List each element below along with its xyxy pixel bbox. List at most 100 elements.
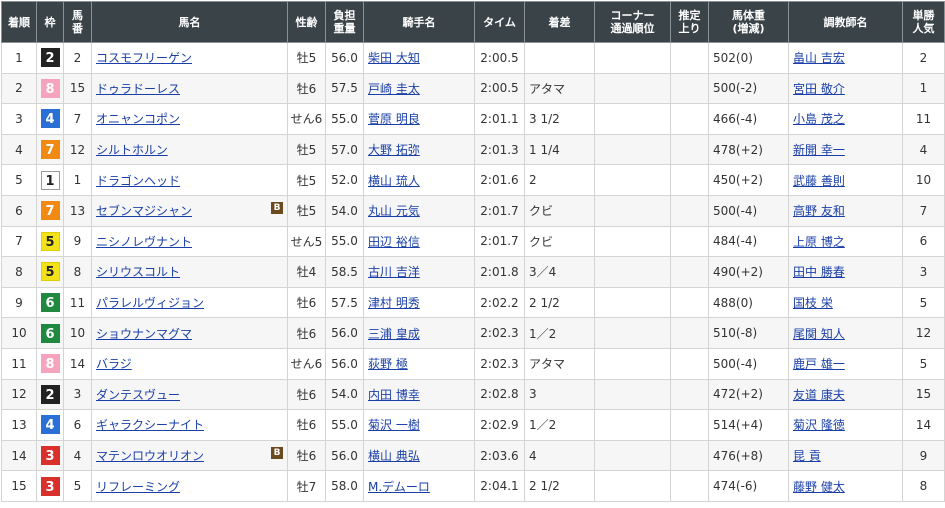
horse-number-cell: 9 — [63, 225, 92, 258]
horse-number-cell: 13 — [63, 194, 92, 227]
jockey-link[interactable]: 大野 拓弥 — [368, 143, 420, 157]
trainer-link[interactable]: 菊沢 隆徳 — [793, 418, 845, 432]
trainer-cell: 小島 茂之 — [788, 103, 903, 135]
corner-cell — [594, 378, 671, 411]
trainer-link[interactable]: 鹿戸 雄一 — [793, 357, 845, 371]
last3f-cell — [670, 72, 709, 105]
popularity-cell: 10 — [902, 164, 945, 196]
horse-name-link[interactable]: ショウナンマグマ — [96, 327, 192, 341]
trainer-link[interactable]: 武藤 善則 — [793, 174, 845, 188]
horse-name-link[interactable]: ダンテスヴュー — [96, 388, 180, 402]
corner-cell — [594, 164, 671, 196]
trainer-link[interactable]: 小島 茂之 — [793, 112, 845, 126]
waku-badge: 7 — [40, 201, 60, 221]
jockey-link[interactable]: 田辺 裕信 — [368, 235, 420, 249]
margin-cell: 2 1/2 — [524, 286, 595, 319]
trainer-link[interactable]: 友道 康夫 — [793, 388, 845, 402]
weight-cell: 58.5 — [325, 256, 364, 288]
last3f-cell — [670, 164, 709, 196]
horse-name-cell: バラジ — [91, 347, 288, 380]
weight-cell: 56.0 — [325, 42, 364, 74]
horse-name-link[interactable]: リフレーミング — [96, 480, 180, 494]
waku-badge: 5 — [40, 262, 60, 282]
body-weight-cell: 474(-6) — [708, 470, 789, 502]
horse-name-link[interactable]: オニャンコポン — [96, 112, 180, 126]
horse-number-cell: 11 — [63, 286, 92, 319]
waku-badge: 1 — [40, 170, 60, 190]
header-margin: 着差 — [524, 1, 595, 43]
jockey-link[interactable]: 三浦 皇成 — [368, 327, 420, 341]
jockey-link[interactable]: 丸山 元気 — [368, 204, 420, 218]
horse-name-link[interactable]: シリウスコルト — [96, 265, 180, 279]
body-weight-cell: 490(+2) — [708, 256, 789, 288]
jockey-cell: 菅原 明良 — [363, 103, 475, 135]
trainer-link[interactable]: 田中 勝春 — [793, 265, 845, 279]
jockey-link[interactable]: 津村 明秀 — [368, 296, 420, 310]
horse-name-link[interactable]: ギャラクシーナイト — [96, 418, 204, 432]
trainer-link[interactable]: 国枝 栄 — [793, 296, 833, 310]
corner-cell — [594, 42, 671, 74]
popularity-cell: 2 — [902, 42, 945, 74]
jockey-link[interactable]: 菅原 明良 — [368, 112, 420, 126]
last3f-cell — [670, 225, 709, 258]
corner-cell — [594, 470, 671, 502]
jockey-link[interactable]: 古川 吉洋 — [368, 265, 420, 279]
horse-number-cell: 6 — [63, 409, 92, 441]
waku-cell: 8 — [36, 347, 64, 380]
waku-badge: 6 — [40, 293, 60, 313]
table-row: 10 6 10 ショウナンマグマ 牡6 56.0 三浦 皇成 2:02.3 1／2 510(-8)… — [1, 317, 945, 349]
trainer-link[interactable]: 畠山 吉宏 — [793, 51, 845, 65]
jockey-link[interactable]: 菊沢 一樹 — [368, 418, 420, 432]
trainer-link[interactable]: 宮田 敬介 — [793, 82, 845, 96]
horse-name-link[interactable]: ニシノレヴナント — [96, 235, 192, 249]
jockey-link[interactable]: 戸崎 圭太 — [368, 82, 420, 96]
waku-cell: 6 — [36, 286, 64, 319]
sex-age-cell: せん6 — [287, 347, 326, 380]
trainer-link[interactable]: 藤野 健太 — [793, 480, 845, 494]
margin-cell — [524, 42, 595, 74]
sex-age-cell: 牡5 — [287, 194, 326, 227]
table-row: 8 5 8 シリウスコルト 牡4 58.5 古川 吉洋 2:01.8 3／4 490(+2) 田中 … — [1, 256, 945, 288]
horse-name-link[interactable]: バラジ — [96, 357, 132, 371]
horse-name-link[interactable]: ドラゴンヘッド — [96, 174, 180, 188]
trainer-link[interactable]: 上原 博之 — [793, 235, 845, 249]
header-corner: コーナー 通過順位 — [594, 1, 671, 43]
waku-badge: 7 — [40, 140, 60, 160]
jockey-link[interactable]: 横山 典弘 — [368, 449, 420, 463]
trainer-link[interactable]: 尾関 知人 — [793, 327, 845, 341]
header-horse-name: 馬名 — [91, 1, 288, 43]
margin-cell: アタマ — [524, 347, 595, 380]
jockey-link[interactable]: 内田 博幸 — [368, 388, 420, 402]
trainer-link[interactable]: 高野 友和 — [793, 204, 845, 218]
horse-name-link[interactable]: セブンマジシャン — [96, 204, 192, 218]
table-header-row: 着順 枠 馬番 馬名 性齢 負担 重量 騎手名 タイム 着差 コーナー 通過順位 推… — [1, 1, 945, 43]
corner-cell — [594, 225, 671, 258]
jockey-link[interactable]: 柴田 大知 — [368, 51, 420, 65]
time-cell: 2:01.6 — [474, 164, 525, 196]
time-cell: 2:01.3 — [474, 133, 525, 166]
horse-name-link[interactable]: ドゥラドーレス — [96, 82, 180, 96]
jockey-link[interactable]: 横山 琉人 — [368, 174, 420, 188]
horse-name-link[interactable]: シルトホルン — [96, 143, 168, 157]
body-weight-cell: 514(+4) — [708, 409, 789, 441]
waku-badge: 6 — [40, 323, 60, 343]
table-row: 14 3 4 マテンロウオリオン B 牡6 56.0 横山 典弘 2:03.6 4 476(+8) 昆… — [1, 439, 945, 472]
time-cell: 2:00.5 — [474, 42, 525, 74]
jockey-link[interactable]: M.デムーロ — [368, 480, 430, 494]
popularity-cell: 11 — [902, 103, 945, 135]
horse-number-cell: 1 — [63, 164, 92, 196]
margin-cell: クビ — [524, 194, 595, 227]
horse-name-link[interactable]: コスモフリーゲン — [96, 51, 192, 65]
horse-name-link[interactable]: マテンロウオリオン — [96, 449, 204, 463]
horse-name-link[interactable]: パラレルヴィジョン — [96, 296, 204, 310]
last3f-cell — [670, 317, 709, 349]
jockey-link[interactable]: 荻野 極 — [368, 357, 408, 371]
table-row: 3 4 7 オニャンコポン せん6 55.0 菅原 明良 2:01.1 3 1/2 466(-4)… — [1, 103, 945, 135]
trainer-link[interactable]: 新開 幸一 — [793, 143, 845, 157]
weight-cell: 54.0 — [325, 194, 364, 227]
trainer-link[interactable]: 昆 貢 — [793, 449, 821, 463]
corner-cell — [594, 133, 671, 166]
horse-number-cell: 10 — [63, 317, 92, 349]
position-cell: 4 — [1, 133, 37, 166]
weight-cell: 55.0 — [325, 409, 364, 441]
